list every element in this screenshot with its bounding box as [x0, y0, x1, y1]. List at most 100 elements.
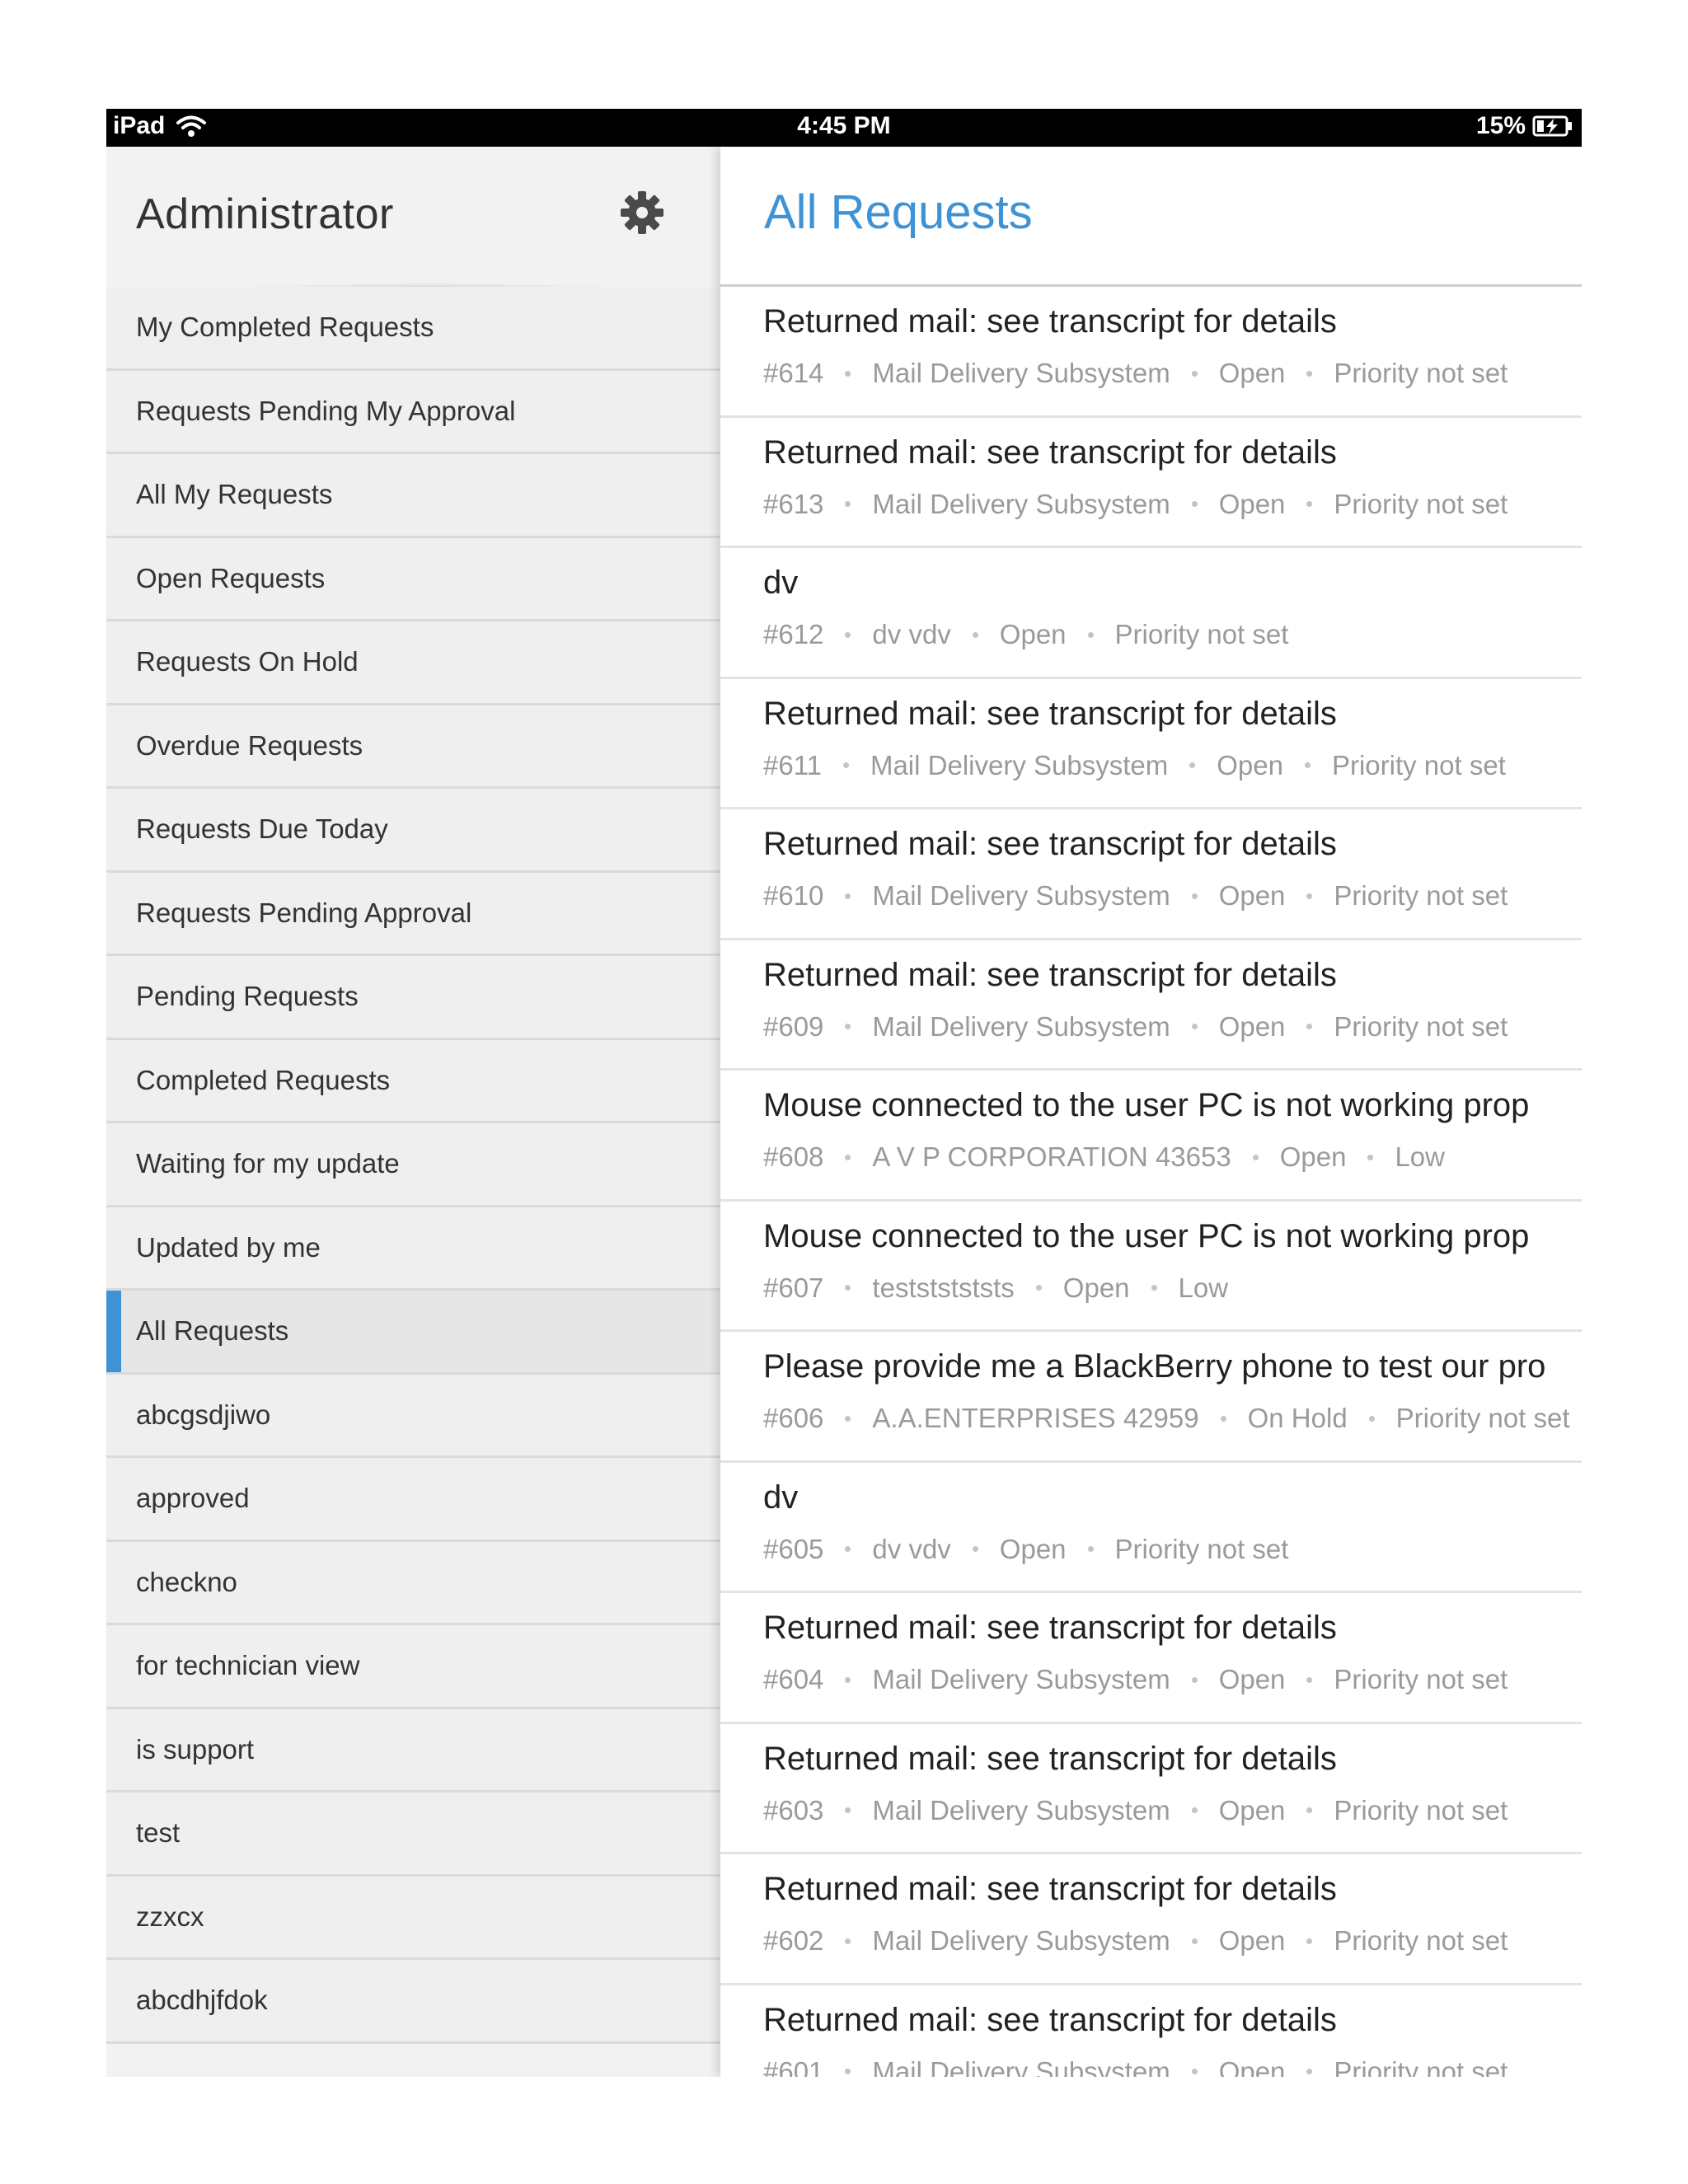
sidebar-item-test[interactable]: test: [106, 1793, 720, 1877]
sidebar-item-abcgsdjiwo[interactable]: abcgsdjiwo: [106, 1374, 720, 1458]
request-status: Open: [1218, 1925, 1286, 1956]
sidebar-item-label: is support: [136, 1733, 255, 1765]
sidebar-item-all-requests[interactable]: All Requests: [106, 1291, 720, 1375]
request-status: Open: [1218, 358, 1286, 388]
request-requester: Mail Delivery Subsystem: [872, 358, 1170, 388]
sidebar-item-my-completed-requests[interactable]: My Completed Requests: [106, 287, 720, 371]
separator-dot: [845, 1285, 851, 1291]
sidebar-item-waiting-for-my-update[interactable]: Waiting for my update: [106, 1123, 720, 1207]
request-priority: Priority not set: [1114, 1533, 1289, 1564]
separator-dot: [1306, 2069, 1313, 2074]
separator-dot: [1087, 1546, 1094, 1552]
status-bar: iPad 4:45 PM 15%: [106, 109, 1582, 147]
separator-dot: [1306, 370, 1313, 377]
request-meta: #612 dv vdv Open Priority not set: [763, 619, 1288, 650]
sidebar-item-for-technician-view[interactable]: for technician view: [106, 1625, 720, 1709]
request-id: #605: [763, 1533, 824, 1564]
sidebar-item-pending-requests[interactable]: Pending Requests: [106, 956, 720, 1040]
request-subject: Mouse connected to the user PC is not wo…: [763, 1217, 1530, 1254]
separator-dot: [1368, 1415, 1375, 1422]
main-panel: All Requests Returned mail: see transcri…: [720, 147, 1582, 2077]
sidebar-item-abcdhjfdok[interactable]: abcdhjfdok: [106, 1960, 720, 2044]
request-row[interactable]: Returned mail: see transcript for detail…: [720, 1854, 1582, 1985]
sidebar-item-label: abcdhjfdok: [136, 1985, 268, 2015]
request-id: #603: [763, 1794, 824, 1825]
request-row[interactable]: Please provide me a BlackBerry phone to …: [720, 1332, 1582, 1463]
request-meta: #607 testststststs Open Low: [763, 1272, 1228, 1304]
separator-dot: [1367, 1154, 1374, 1160]
separator-dot: [1252, 1154, 1259, 1160]
sidebar-item-checkno[interactable]: checkno: [106, 1541, 720, 1625]
sidebar-item-overdue-requests[interactable]: Overdue Requests: [106, 705, 720, 789]
separator-dot: [1191, 893, 1198, 899]
request-row[interactable]: Returned mail: see transcript for detail…: [720, 809, 1582, 940]
request-requester: Mail Delivery Subsystem: [872, 1664, 1170, 1694]
request-requester: Mail Delivery Subsystem: [872, 1794, 1170, 1825]
request-row[interactable]: Returned mail: see transcript for detail…: [720, 940, 1582, 1071]
sidebar-item-open-requests[interactable]: Open Requests: [106, 537, 720, 621]
request-row[interactable]: dv #612 dv vdv Open Priority not set: [720, 548, 1582, 679]
page-title: All Requests: [764, 185, 1033, 239]
sidebar-item-requests-due-today[interactable]: Requests Due Today: [106, 789, 720, 873]
sidebar-item-label: zzxcx: [136, 1900, 204, 1932]
ipad-screen: iPad 4:45 PM 15% Administrator My Comple…: [106, 109, 1582, 2077]
request-status: On Hold: [1247, 1403, 1348, 1433]
separator-dot: [845, 2069, 851, 2074]
request-row[interactable]: Returned mail: see transcript for detail…: [720, 287, 1582, 418]
request-row[interactable]: Mouse connected to the user PC is not wo…: [720, 1202, 1582, 1332]
request-meta: #606 A.A.ENTERPRISES 42959 On Hold Priority…: [763, 1403, 1570, 1434]
separator-dot: [845, 1546, 851, 1552]
sidebar-item-all-my-requests[interactable]: All My Requests: [106, 454, 720, 538]
sidebar-item-requests-on-hold[interactable]: Requests On Hold: [106, 621, 720, 705]
request-meta: #610 Mail Delivery Subsystem Open Priority …: [763, 880, 1507, 912]
request-row[interactable]: Returned mail: see transcript for detail…: [720, 679, 1582, 809]
separator-dot: [1191, 1807, 1198, 1813]
sidebar-item-label: All My Requests: [136, 479, 333, 509]
request-subject: Returned mail: see transcript for detail…: [763, 1740, 1337, 1777]
request-row[interactable]: Returned mail: see transcript for detail…: [720, 1724, 1582, 1854]
request-status: Open: [1218, 488, 1286, 519]
request-row[interactable]: dv #605 dv vdv Open Priority not set: [720, 1463, 1582, 1593]
request-row[interactable]: Returned mail: see transcript for detail…: [720, 1593, 1582, 1724]
request-subject: Returned mail: see transcript for detail…: [763, 2001, 1337, 2038]
separator-dot: [845, 370, 851, 377]
sidebar-item-label: Requests Pending My Approval: [136, 395, 516, 426]
sidebar-item-requests-pending-my-approval[interactable]: Requests Pending My Approval: [106, 370, 720, 454]
request-requester: Mail Delivery Subsystem: [872, 2055, 1170, 2078]
sidebar-item-completed-requests[interactable]: Completed Requests: [106, 1039, 720, 1123]
sidebar-item-requests-pending-approval[interactable]: Requests Pending Approval: [106, 872, 720, 956]
request-subject: dv: [763, 1479, 799, 1516]
sidebar-item-label: checkno: [136, 1566, 237, 1597]
separator-dot: [1191, 2069, 1198, 2074]
battery-percent: 15%: [1475, 112, 1526, 139]
request-id: #610: [763, 880, 824, 911]
separator-dot: [845, 893, 851, 899]
separator-dot: [845, 1676, 851, 1683]
sidebar-item-label: Waiting for my update: [136, 1148, 400, 1179]
request-status: Open: [1218, 1794, 1286, 1825]
sidebar-header: Administrator: [106, 147, 720, 294]
request-row[interactable]: Returned mail: see transcript for detail…: [720, 1985, 1582, 2078]
separator-dot: [842, 762, 849, 768]
sidebar-item-zzxcx[interactable]: zzxcx: [106, 1876, 720, 1960]
request-meta: #603 Mail Delivery Subsystem Open Priority …: [763, 1795, 1507, 1826]
sidebar-item-label: Pending Requests: [136, 981, 359, 1011]
sidebar-item-label: Completed Requests: [136, 1064, 391, 1095]
separator-dot: [1306, 1676, 1313, 1683]
sidebar-item-label: Requests On Hold: [136, 646, 359, 677]
sidebar-item-label: approved: [136, 1483, 250, 1513]
request-requester: Mail Delivery Subsystem: [872, 1925, 1170, 1956]
request-subject: Returned mail: see transcript for detail…: [763, 1871, 1337, 1907]
sidebar-item-updated-by-me[interactable]: Updated by me: [106, 1207, 720, 1291]
request-requester: Mail Delivery Subsystem: [872, 880, 1170, 911]
separator-dot: [1304, 762, 1311, 768]
sidebar-item-is-support[interactable]: is support: [106, 1708, 720, 1793]
request-status: Open: [1062, 1272, 1130, 1303]
request-meta: #614 Mail Delivery Subsystem Open Priority …: [763, 358, 1507, 389]
request-requester: Mail Delivery Subsystem: [872, 1010, 1170, 1042]
request-row[interactable]: Mouse connected to the user PC is not wo…: [720, 1071, 1582, 1202]
request-row[interactable]: Returned mail: see transcript for detail…: [720, 418, 1582, 548]
gear-icon[interactable]: [617, 188, 667, 237]
request-priority: Priority not set: [1334, 358, 1508, 388]
sidebar-item-approved[interactable]: approved: [106, 1458, 720, 1542]
